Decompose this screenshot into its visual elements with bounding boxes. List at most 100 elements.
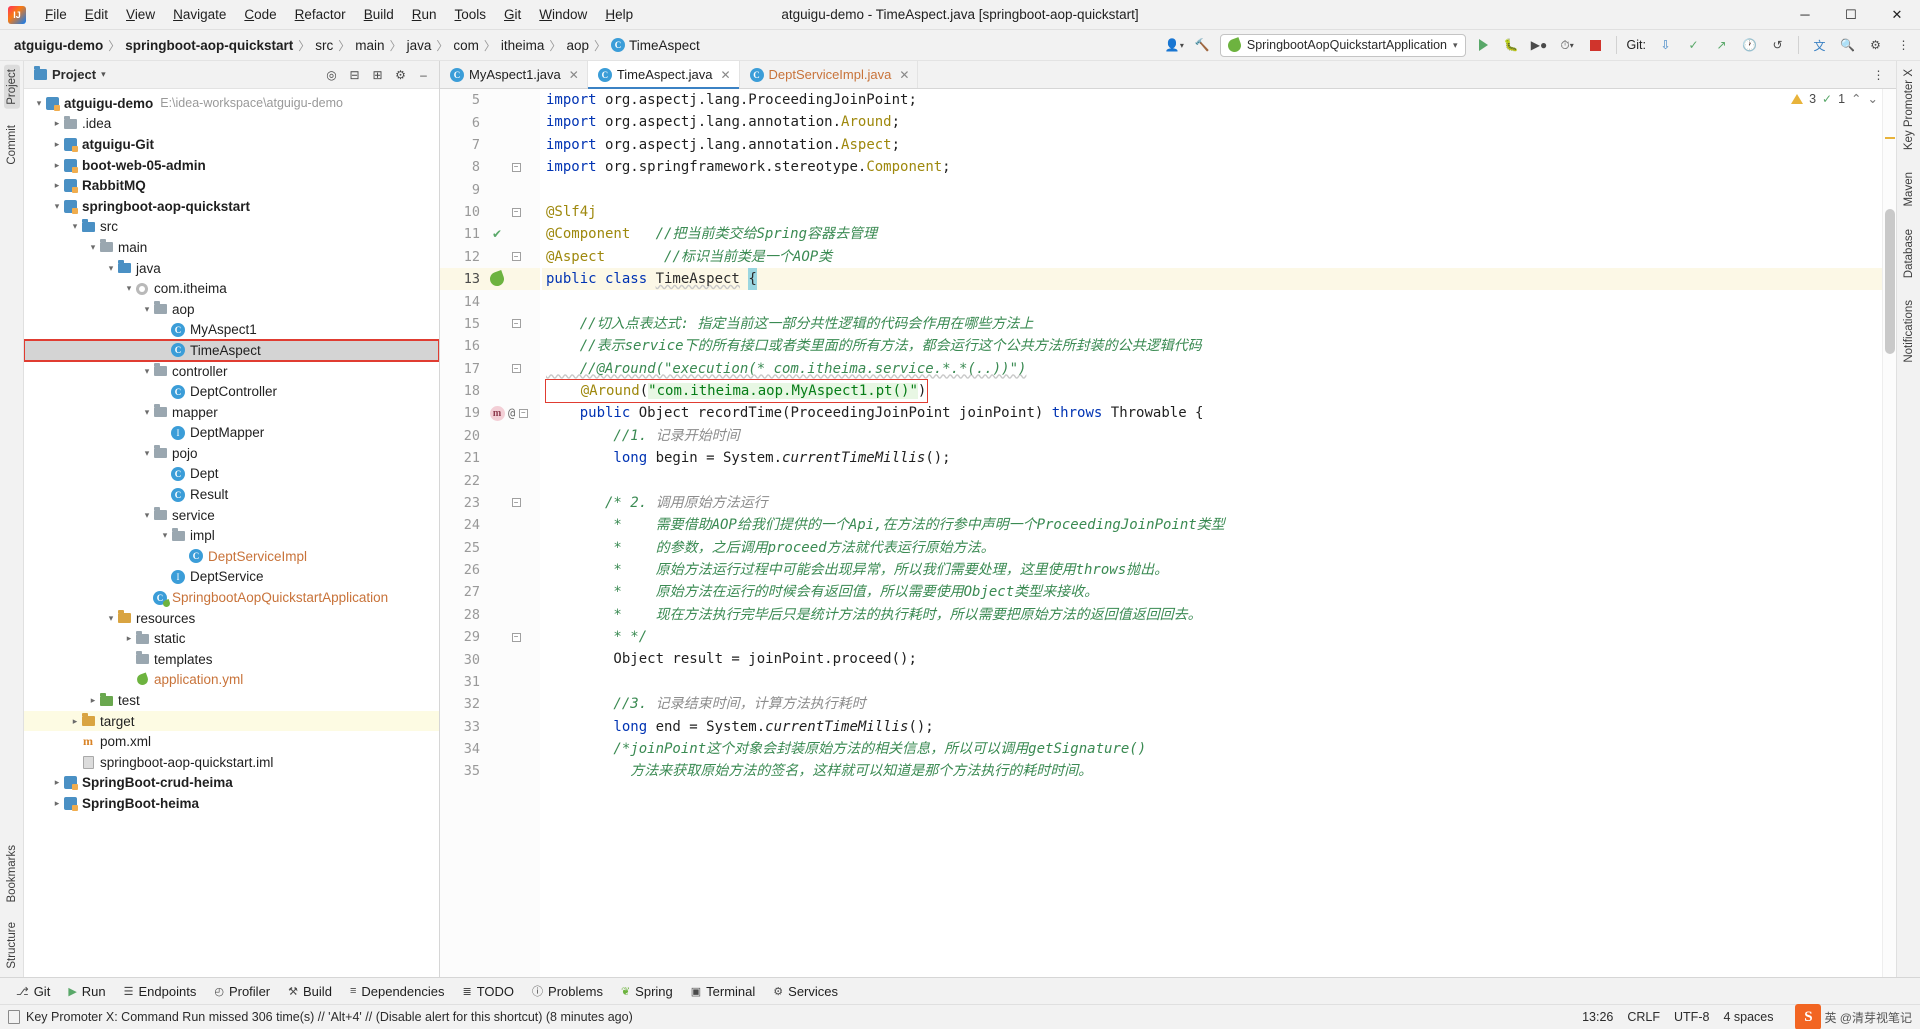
gutter-row[interactable]: 33 (440, 716, 540, 738)
tree-node-aop[interactable]: ▾ aop (24, 299, 439, 320)
menu-item-navigate[interactable]: Navigate (164, 3, 235, 26)
fold-region-icon[interactable]: − (518, 408, 528, 418)
gutter-row[interactable]: 21 (440, 447, 540, 469)
breadcrumb-item-timeaspect[interactable]: C TimeAspect (607, 37, 704, 54)
tool-window-problems[interactable]: ⓘ Problems (524, 980, 611, 1002)
sidebar-item-database[interactable]: Database (1901, 225, 1917, 282)
tree-arrow-icon[interactable]: ▾ (70, 221, 80, 232)
breadcrumb-item-java[interactable]: java (403, 37, 436, 54)
menu-item-refactor[interactable]: Refactor (286, 3, 355, 26)
tool-window-spring[interactable]: ❦ Spring (613, 981, 681, 1002)
tree-arrow-icon[interactable]: ▸ (52, 139, 62, 150)
gutter-row[interactable]: 13 (440, 268, 540, 291)
gutter-row[interactable]: 16 (440, 335, 540, 357)
code-line-25[interactable]: * 的参数，之后调用proceed方法就代表运行原始方法。 (542, 537, 1882, 559)
gutter-row[interactable]: 23 − (440, 492, 540, 514)
gutter-row[interactable]: 12 − (440, 246, 540, 268)
code-line-35[interactable]: 方法来获取原始方法的签名，这样就可以知道是那个方法执行的耗时时间。 (542, 760, 1882, 782)
locate-icon[interactable]: ◎ (322, 65, 341, 84)
code-line-31[interactable] (542, 671, 1882, 693)
tool-window-git[interactable]: ⎇ Git (8, 981, 58, 1002)
menu-item-build[interactable]: Build (355, 3, 403, 26)
gutter-row[interactable]: 24 (440, 514, 540, 536)
code-line-22[interactable] (542, 469, 1882, 491)
code-line-29[interactable]: * */ (542, 626, 1882, 648)
tree-arrow-icon[interactable]: ▾ (142, 448, 152, 459)
menu-item-run[interactable]: Run (403, 3, 446, 26)
more-options-icon[interactable]: ⋮ (1893, 35, 1914, 56)
sidebar-item-structure[interactable]: Structure (4, 918, 20, 973)
code-line-18[interactable]: @Around("com.itheima.aop.MyAspect1.pt()"… (542, 378, 1882, 404)
menu-item-tools[interactable]: Tools (446, 3, 496, 26)
code-line-6[interactable]: import org.aspectj.lang.annotation.Aroun… (542, 111, 1882, 133)
bottom-tool-window-bar[interactable]: ⎇ Git ▶ Run ☰ Endpoints ◴ Profiler ⚒ Build ≡ Depend… (0, 977, 1920, 1004)
editor-marker-scrollbar[interactable] (1882, 89, 1896, 977)
sidebar-item-key-promoter-x[interactable]: Key Promoter X (1901, 65, 1917, 154)
tree-node-application-yml[interactable]: application.yml (24, 670, 439, 691)
code-line-21[interactable]: long begin = System.currentTimeMillis(); (542, 447, 1882, 469)
tree-arrow-icon[interactable]: ▸ (52, 180, 62, 191)
sidebar-item-commit[interactable]: Commit (4, 121, 20, 169)
code-line-33[interactable]: long end = System.currentTimeMillis(); (542, 716, 1882, 738)
code-line-8[interactable]: import org.springframework.stereotype.Co… (542, 156, 1882, 178)
run-coverage-icon[interactable]: ▶● (1529, 35, 1550, 56)
tree-node-com-itheima[interactable]: ▾ com.itheima (24, 278, 439, 299)
user-avatar-icon[interactable]: 👤 ▾ (1164, 35, 1185, 56)
tool-window-endpoints[interactable]: ☰ Endpoints (116, 981, 205, 1002)
gutter-row[interactable]: 10 − (440, 201, 540, 223)
settings-icon[interactable]: ⚙ (391, 65, 410, 84)
code-line-20[interactable]: //1. 记录开始时间 (542, 425, 1882, 447)
code-line-7[interactable]: import org.aspectj.lang.annotation.Aspec… (542, 134, 1882, 156)
git-update-icon[interactable]: ⇩ (1655, 35, 1676, 56)
code-editor[interactable]: import org.aspectj.lang.ProceedingJoinPo… (540, 89, 1882, 977)
code-line-24[interactable]: * 需要借助AOP给我们提供的一个Api,在方法的行参中声明一个Proceedi… (542, 514, 1882, 536)
profile-icon[interactable]: ⏱ ▾ (1557, 35, 1578, 56)
tree-node-result[interactable]: C Result (24, 484, 439, 505)
debug-icon[interactable]: 🐛 (1501, 35, 1522, 56)
expand-icon[interactable]: ⊞ (368, 65, 387, 84)
chevron-down-icon[interactable]: ⌄ (1868, 91, 1878, 106)
run-icon[interactable] (1473, 35, 1494, 56)
tree-arrow-icon[interactable]: ▾ (124, 283, 134, 294)
breadcrumb-item-main[interactable]: main (351, 37, 388, 54)
code-line-14[interactable] (542, 290, 1882, 312)
editor-gutter[interactable]: 5 6 7 8−9 10−11 ✔ 12−13 14 15−16 17−18 19 m @ −20 21 22… (440, 89, 540, 977)
breadcrumb-item-com[interactable]: com (449, 37, 483, 54)
code-line-26[interactable]: * 原始方法运行过程中可能会出现异常，所以我们需要处理，这里使用throws抛出… (542, 559, 1882, 581)
gutter-row[interactable]: 22 (440, 469, 540, 491)
tree-arrow-icon[interactable]: ▾ (52, 201, 62, 212)
tree-node-springboot-crud-heima[interactable]: ▸ SpringBoot-crud-heima (24, 773, 439, 794)
maximize-button[interactable]: ☐ (1828, 0, 1874, 30)
tree-node-target[interactable]: ▸ target (24, 710, 439, 732)
gutter-row[interactable]: 15 − (440, 313, 540, 335)
code-line-9[interactable] (542, 179, 1882, 201)
tree-arrow-icon[interactable]: ▸ (88, 695, 98, 706)
tree-node-java[interactable]: ▾ java (24, 258, 439, 279)
tree-node-springbootaopquickstartapplication[interactable]: C SpringbootAopQuickstartApplication (24, 587, 439, 608)
tree-arrow-icon[interactable]: ▾ (142, 407, 152, 418)
code-line-30[interactable]: Object result = joinPoint.proceed(); (542, 648, 1882, 670)
tree-arrow-icon[interactable]: ▾ (88, 242, 98, 253)
tree-node--idea[interactable]: ▸ .idea (24, 114, 439, 135)
git-commit-icon[interactable]: ✓ (1683, 35, 1704, 56)
tree-arrow-icon[interactable]: ▸ (70, 716, 80, 727)
tool-window-profiler[interactable]: ◴ Profiler (206, 981, 278, 1002)
editor-scroll-thumb[interactable] (1885, 209, 1895, 354)
tree-arrow-icon[interactable]: ▾ (106, 613, 116, 624)
gutter-row[interactable]: 17 − (440, 358, 540, 380)
gutter-row[interactable]: 26 (440, 559, 540, 581)
tool-window-todo[interactable]: ≣ TODO (454, 981, 522, 1002)
tree-node-timeaspect[interactable]: C TimeAspect (24, 339, 439, 362)
menu-item-help[interactable]: Help (596, 3, 642, 26)
tree-node-deptmapper[interactable]: I DeptMapper (24, 423, 439, 444)
tree-arrow-icon[interactable]: ▾ (142, 510, 152, 521)
tree-node-rabbitmq[interactable]: ▸ RabbitMQ (24, 175, 439, 196)
gutter-row[interactable]: 29 − (440, 626, 540, 648)
spring-bean-check-gutter-icon[interactable]: ✔ (492, 227, 502, 241)
tree-node-atguigu-demo[interactable]: ▾ atguigu-demo E:\idea-workspace\atguigu-d… (24, 93, 439, 114)
code-line-17[interactable]: //@Around("execution(* com.itheima.servi… (542, 358, 1882, 380)
code-line-34[interactable]: /*joinPoint这个对象会封装原始方法的相关信息，所以可以调用getSig… (542, 738, 1882, 760)
search-icon[interactable]: 🔍 (1837, 35, 1858, 56)
gutter-row[interactable]: 35 (440, 760, 540, 782)
tree-node-boot-web-05-admin[interactable]: ▸ boot-web-05-admin (24, 155, 439, 176)
